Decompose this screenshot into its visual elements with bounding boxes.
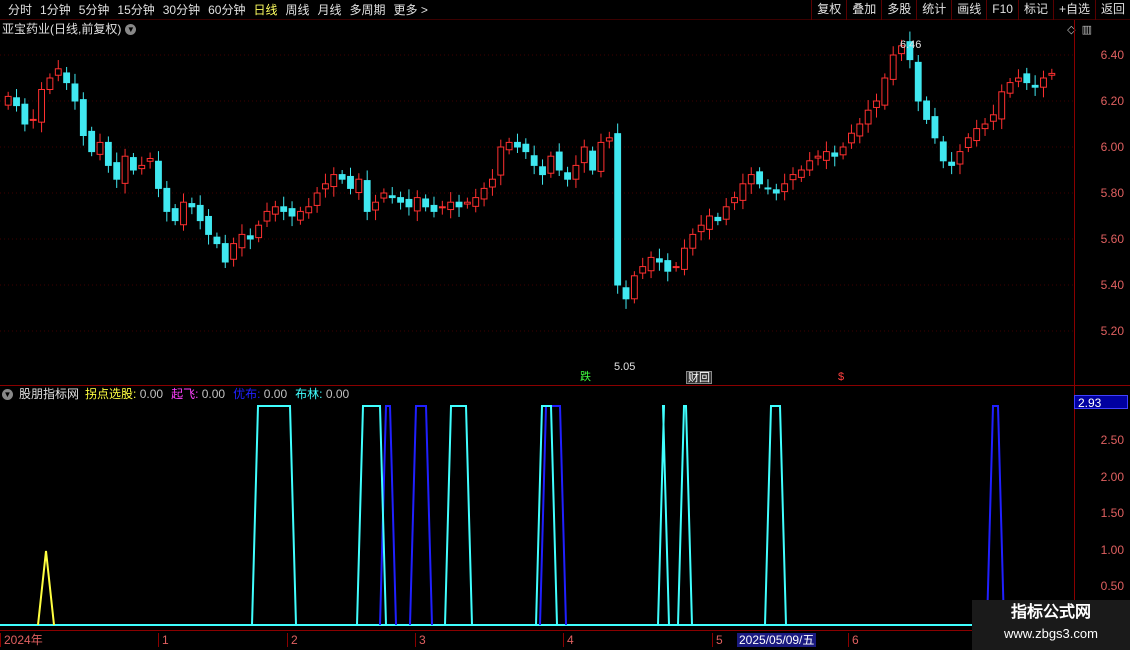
watermark: 指标公式网 www.zbgs3.com: [972, 600, 1130, 650]
watermark-main: 指标公式网: [1010, 604, 1091, 621]
indicator-pulse: [764, 405, 787, 626]
date-label: 2024年: [0, 633, 43, 647]
indicator-pulse: [677, 405, 693, 626]
indicator-pulse: [251, 405, 297, 626]
indicator-chart[interactable]: [0, 0, 1074, 650]
indicator-tick: 2.50: [1100, 433, 1124, 447]
date-label: 5: [712, 633, 723, 647]
indicator-axis: 2.50 2.00 1.50 1.00 0.50: [1074, 386, 1130, 630]
indicator-tick: 0.50: [1100, 579, 1124, 593]
indicator-pulse: [657, 405, 670, 626]
price-tick: 5.40: [1100, 278, 1124, 292]
indicator-pulse: [535, 405, 558, 626]
price-tick: 5.80: [1100, 186, 1124, 200]
indicator-tick: 1.50: [1100, 506, 1124, 520]
indicator-pulse: [444, 405, 473, 626]
watermark-url: www.zbgs3.com: [1004, 626, 1098, 641]
date-label: 4: [563, 633, 574, 647]
price-tick: 5.60: [1100, 232, 1124, 246]
action-button-8[interactable]: 返回: [1094, 0, 1130, 20]
current-value-badge: 2.93: [1074, 395, 1128, 410]
indicator-tick: 2.00: [1100, 469, 1124, 484]
price-tick: 6.40: [1100, 48, 1124, 62]
date-label: 3: [415, 633, 426, 647]
date-label: 2: [287, 633, 298, 647]
date-axis: 2024年 1 2 3 4 5 6 2025/05/09/五: [0, 630, 1074, 650]
date-label: 1: [158, 633, 169, 647]
indicator-pulse: [986, 405, 1005, 626]
indicator-yellow-spike: [37, 550, 55, 626]
indicator-tick: 1.00: [1100, 542, 1124, 557]
price-tick: 6.20: [1100, 94, 1124, 108]
date-highlight: 2025/05/09/五: [737, 633, 817, 647]
date-label: 6: [848, 633, 859, 647]
indicator-pulse: [409, 405, 433, 626]
price-tick: 6.00: [1100, 140, 1124, 154]
price-axis: 6.40 6.20 6.00 5.80 5.60 5.40 5.20: [1074, 20, 1130, 385]
price-tick: 5.20: [1100, 324, 1124, 338]
